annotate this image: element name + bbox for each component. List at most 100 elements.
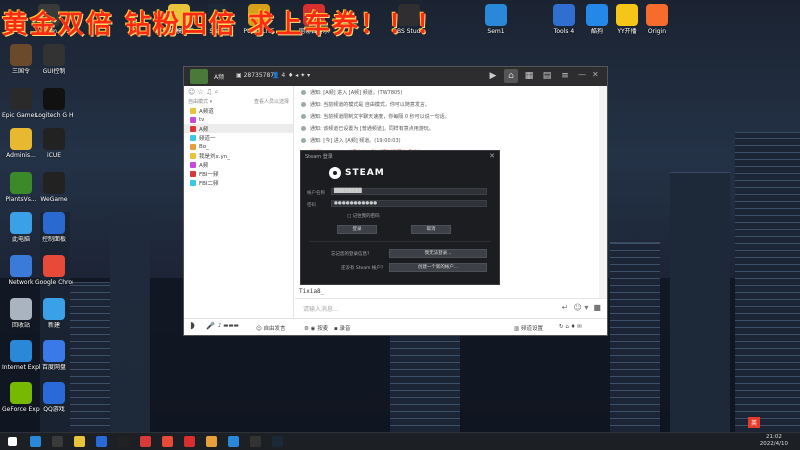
channel-item[interactable]: 我是刘x.yn_ [184,151,293,160]
menu-icon[interactable]: ≡ [558,69,572,83]
channel-badge-icon [190,116,196,123]
window-titlebar[interactable]: A频 ▣ 28735787 👤 4 ♦ ◂ ✦ ▾ ▶ ⌂ ▦ ▤ ≡ — ✕ [184,67,607,86]
input-tool-icons[interactable]: ↵ ☺ ▾ ■ [562,303,601,312]
grid-icon[interactable]: ▤ [540,69,554,83]
app-icon [43,298,65,320]
app-icon[interactable] [206,436,217,447]
sidebar-tool-icons[interactable]: ☺ ☆ ♫ ⌕ [184,86,293,97]
scrollbar[interactable] [599,86,607,298]
titlebar-tools[interactable]: ♦ ◂ ✦ ▾ [288,72,310,79]
chat-notice: 通知: 当前频道限制文字聊天速度，你每隔 0 秒可以说一句话。 [295,110,599,122]
account-name-field[interactable]: ████████ [331,188,487,195]
wallpaper-building [610,242,660,432]
app-icon[interactable] [228,436,239,447]
app-icon [43,128,65,150]
channel-badge-icon [190,125,196,132]
desktop-icon[interactable]: Origin [638,4,676,35]
app-icon [10,88,32,110]
create-account-button[interactable]: 创建一个新的帐户... [389,263,487,272]
channel-item[interactable]: tv [184,115,293,124]
dialog-title: Steam 登录 [305,154,333,160]
desktop-icon[interactable]: GUI控制 [35,44,73,75]
desktop-icon[interactable]: 百度网盘 [35,340,73,371]
remember-checkbox[interactable]: □ 记住我的密码 [347,213,380,219]
channel-badge-icon [190,152,196,159]
desktop-icon[interactable]: Logitech G HUB [35,88,73,119]
desktop-icon[interactable]: Sem1 [477,4,515,35]
channel-item[interactable]: A频 [184,124,293,133]
free-speak-button[interactable]: ☺ 自由发言 [256,324,286,332]
edge-icon[interactable] [96,436,107,447]
desktop-icon[interactable]: 新建 [35,298,73,329]
headset-icon[interactable]: ◗ [190,321,195,331]
app-icon [10,382,32,404]
desktop-icon[interactable]: iCUE [35,128,73,159]
app-icon[interactable] [250,436,261,447]
channel-badge-icon [190,179,196,186]
close-icon[interactable]: ✕ [592,70,599,79]
notice-text: 通知: 该频道已设置为 [普通频道]，同样有意点用游玩。 [310,125,434,132]
channel-item[interactable]: A频 [184,160,293,169]
steam-icon [329,167,341,179]
channel-item[interactable]: FBI二频 [184,178,293,187]
typed-text: Tixia8_ [299,288,325,295]
channel-item[interactable]: A频道 [184,106,293,115]
channel-item[interactable]: FBI一频 [184,169,293,178]
channel-label: tv [199,116,205,123]
search-icon[interactable] [30,436,41,447]
channel-item[interactable]: Bo_ [184,142,293,151]
system-tray-clock[interactable]: 21:02 2022/4/10 [760,434,788,448]
password-field[interactable]: ●●●●●●●●●●● [331,200,487,207]
channel-label: A频 [199,126,209,133]
video-icon[interactable]: ▶ [486,69,500,83]
forgot-button[interactable]: 我无法登录... [389,249,487,258]
cancel-button[interactable]: 取消 [411,225,451,234]
app-icon[interactable] [118,436,129,447]
task-view-icon[interactable] [52,436,63,447]
close-icon[interactable]: ✕ [489,152,495,160]
game-icon[interactable]: ▦ [522,69,536,83]
app-icon [586,4,608,26]
app-icon [10,255,32,277]
bottom-tool-icons[interactable]: ↻ ⌂ ♦ ✉ [559,324,582,330]
desktop-icon[interactable]: Google Chrome [35,255,73,286]
app-icon [43,44,65,66]
notice-text: 通知: [今] 进入 [A频] 频道。(19:00:03) [310,137,401,144]
app-icon [43,172,65,194]
login-button[interactable]: 登录 [337,225,377,234]
channel-label: FBI一频 [199,171,219,178]
desktop-icon[interactable]: QQ游戏 [35,382,73,413]
wallpaper-building [670,172,730,432]
notice-text: 通知: 当前频道的模式是 自由模式，你可以随意发言。 [310,101,430,108]
room-settings-button[interactable]: ▥ 频道设置 [514,324,543,332]
steam-icon[interactable] [272,436,283,447]
mic-mode-button[interactable]: ⚙ ◉ 按麦 [304,324,328,332]
ime-indicator[interactable]: 英 [747,417,760,428]
minimize-icon[interactable]: — [578,70,586,79]
message-input[interactable]: 请输入消息... [303,306,339,313]
home-icon[interactable]: ⌂ [504,69,518,83]
channel-badge-icon [190,107,196,114]
mic-icon[interactable]: 🎤 [206,322,215,330]
sidebar-mode-row[interactable]: 自由模式 ▾ 查看人员以选择 [184,97,293,106]
desktop-icon-label: Origin [647,28,667,35]
netease-icon[interactable] [184,436,195,447]
channel-label: FBI二频 [199,180,219,187]
message-input-area[interactable]: 请输入消息... ↵ ☺ ▾ ■ [295,298,607,318]
desktop-icon[interactable]: WeGame [35,172,73,203]
record-button[interactable]: ▪ 录音 [334,324,351,332]
avatar[interactable] [190,69,208,84]
start-icon[interactable] [8,437,17,446]
app-icon[interactable] [140,436,151,447]
chrome-icon[interactable] [162,436,173,447]
volume-icon[interactable]: ♪ ▬▬▬ [218,323,239,329]
desktop-icon-label: WeGame [40,196,68,203]
app-icon [10,44,32,66]
channel-item[interactable]: 频道一 [184,133,293,142]
desktop-icon[interactable]: 控制面板 [35,212,73,243]
password-label: 密码 [307,203,316,208]
desktop-icon-label: 新建 [47,322,60,329]
file-explorer-icon[interactable] [74,436,85,447]
notice-icon [301,113,306,119]
app-icon [43,255,65,277]
